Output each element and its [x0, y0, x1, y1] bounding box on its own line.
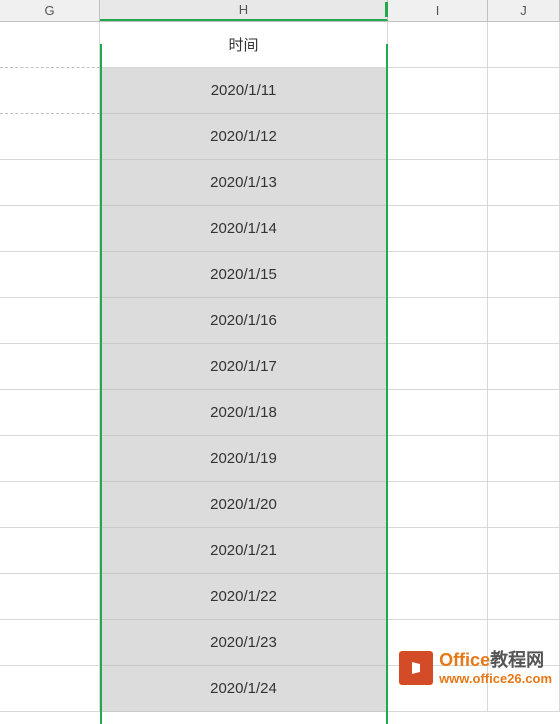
cell[interactable]: [388, 390, 488, 436]
cell[interactable]: [388, 114, 488, 160]
data-cell[interactable]: 2020/1/12: [100, 114, 388, 160]
cell[interactable]: [488, 68, 560, 114]
cell[interactable]: [0, 252, 100, 298]
cell[interactable]: [0, 22, 100, 68]
cell[interactable]: [0, 206, 100, 252]
data-cell[interactable]: 2020/1/23: [100, 620, 388, 666]
column-headers-row: G H I J: [0, 0, 560, 22]
cell[interactable]: [0, 390, 100, 436]
cell[interactable]: [388, 528, 488, 574]
cell[interactable]: [0, 666, 100, 712]
cell[interactable]: [388, 68, 488, 114]
table-row: 2020/1/22: [0, 574, 560, 620]
column-header-g[interactable]: G: [0, 0, 100, 21]
table-row: 时间: [0, 22, 560, 68]
cell[interactable]: [488, 528, 560, 574]
spreadsheet: G H I J 时间 2020/1/11 2020/1/12 2020/1/13: [0, 0, 560, 695]
cell[interactable]: [388, 160, 488, 206]
cell[interactable]: [0, 528, 100, 574]
data-cell[interactable]: 2020/1/13: [100, 160, 388, 206]
cell[interactable]: [0, 298, 100, 344]
data-cell[interactable]: 2020/1/15: [100, 252, 388, 298]
cell[interactable]: [388, 574, 488, 620]
watermark-title: Office教程网: [439, 650, 552, 672]
table-row: 2020/1/16: [0, 298, 560, 344]
cell[interactable]: [0, 344, 100, 390]
data-cell[interactable]: 2020/1/24: [100, 666, 388, 712]
cell[interactable]: [488, 298, 560, 344]
cell[interactable]: [488, 390, 560, 436]
header-cell-time[interactable]: 时间: [100, 22, 388, 68]
cell[interactable]: [0, 436, 100, 482]
table-row: 2020/1/11: [0, 68, 560, 114]
table-row: 2020/1/14: [0, 206, 560, 252]
cell[interactable]: [488, 114, 560, 160]
cell[interactable]: [488, 252, 560, 298]
cell[interactable]: [388, 436, 488, 482]
cell[interactable]: [388, 22, 488, 68]
data-cell[interactable]: 2020/1/14: [100, 206, 388, 252]
office-logo-icon: [399, 651, 433, 685]
grid: 时间 2020/1/11 2020/1/12 2020/1/13 2020/1/…: [0, 22, 560, 712]
cell[interactable]: [388, 344, 488, 390]
cell[interactable]: [488, 22, 560, 68]
cell[interactable]: [388, 252, 488, 298]
data-cell[interactable]: 2020/1/22: [100, 574, 388, 620]
selection-border-right: [386, 44, 388, 724]
cell[interactable]: [488, 344, 560, 390]
table-row: 2020/1/15: [0, 252, 560, 298]
cell[interactable]: [0, 620, 100, 666]
table-row: 2020/1/20: [0, 482, 560, 528]
column-header-h[interactable]: H: [100, 0, 388, 21]
column-header-j[interactable]: J: [488, 0, 560, 21]
table-row: 2020/1/17: [0, 344, 560, 390]
data-cell[interactable]: 2020/1/16: [100, 298, 388, 344]
cell[interactable]: [488, 160, 560, 206]
watermark: Office教程网 www.office26.com: [399, 650, 552, 687]
data-cell[interactable]: 2020/1/17: [100, 344, 388, 390]
cell[interactable]: [0, 160, 100, 206]
cell[interactable]: [388, 206, 488, 252]
watermark-text: Office教程网 www.office26.com: [439, 650, 552, 687]
cell[interactable]: [0, 114, 100, 160]
cell[interactable]: [0, 482, 100, 528]
data-cell[interactable]: 2020/1/19: [100, 436, 388, 482]
column-header-i[interactable]: I: [388, 0, 488, 21]
data-cell[interactable]: 2020/1/20: [100, 482, 388, 528]
selection-border-left: [100, 44, 102, 724]
table-row: 2020/1/18: [0, 390, 560, 436]
data-cell[interactable]: 2020/1/18: [100, 390, 388, 436]
cell[interactable]: [388, 482, 488, 528]
table-row: 2020/1/19: [0, 436, 560, 482]
cell[interactable]: [488, 206, 560, 252]
cell[interactable]: [488, 482, 560, 528]
data-cell[interactable]: 2020/1/11: [100, 68, 388, 114]
cell[interactable]: [0, 68, 100, 114]
data-cell[interactable]: 2020/1/21: [100, 528, 388, 574]
table-row: 2020/1/12: [0, 114, 560, 160]
cell[interactable]: [488, 574, 560, 620]
table-row: 2020/1/13: [0, 160, 560, 206]
cell[interactable]: [0, 574, 100, 620]
cell[interactable]: [488, 436, 560, 482]
watermark-url: www.office26.com: [439, 671, 552, 687]
cell[interactable]: [388, 298, 488, 344]
table-row: 2020/1/21: [0, 528, 560, 574]
